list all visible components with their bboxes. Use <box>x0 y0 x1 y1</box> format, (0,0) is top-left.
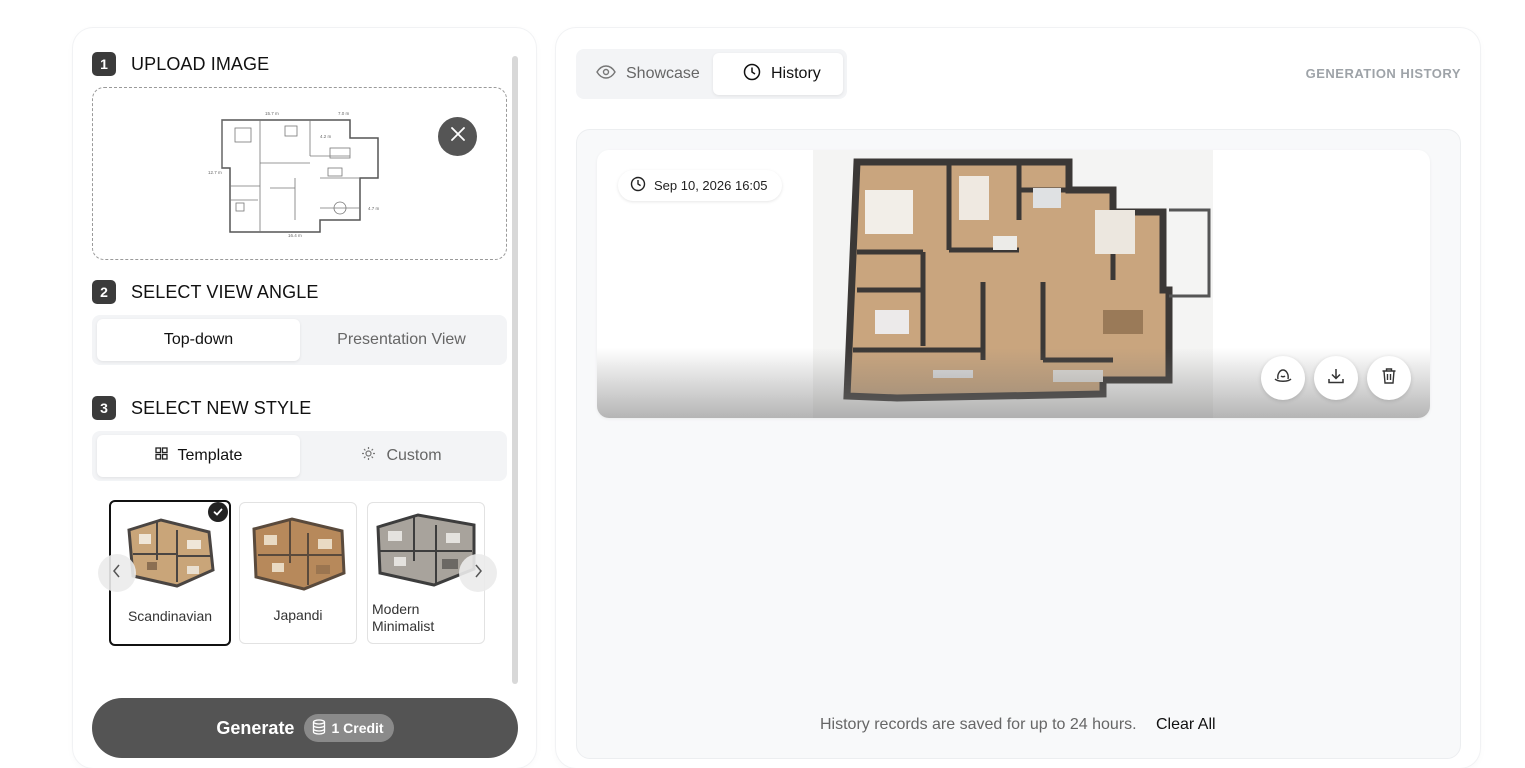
step-style-header: 3 SELECT NEW STYLE <box>92 396 311 420</box>
watermark-button[interactable] <box>1261 356 1305 400</box>
eye-icon <box>596 64 626 84</box>
svg-text:12.7 m: 12.7 m <box>208 170 222 175</box>
tab-showcase-label: Showcase <box>626 65 700 82</box>
card-overlay-gradient <box>597 348 1430 418</box>
timestamp-text: Sep 10, 2026 16:05 <box>654 178 768 193</box>
view-tabs: Showcase History <box>576 49 847 99</box>
database-icon <box>312 718 331 738</box>
svg-text:7.0 m: 7.0 m <box>338 111 350 116</box>
svg-text:4.2 m: 4.2 m <box>320 134 332 139</box>
grid-icon <box>154 447 178 465</box>
style-mode-selector: Template Custom <box>92 431 507 481</box>
close-icon <box>450 126 466 147</box>
svg-text:4.7 m: 4.7 m <box>368 206 380 211</box>
chevron-right-icon <box>473 564 483 583</box>
history-retention-note: History records are saved for up to 24 h… <box>820 716 1137 733</box>
trash-icon <box>1381 367 1397 390</box>
clock-icon <box>743 63 771 86</box>
credit-label: 1 Credit <box>331 720 384 736</box>
carousel-prev-button[interactable] <box>98 554 136 592</box>
clock-icon <box>630 176 654 195</box>
tab-history[interactable]: History <box>713 53 843 95</box>
step-view-angle-header: 2 SELECT VIEW ANGLE <box>92 280 318 304</box>
tab-showcase[interactable]: Showcase <box>596 53 700 95</box>
template-label: Scandinavian <box>127 608 213 624</box>
delete-button[interactable] <box>1367 356 1411 400</box>
step-title: UPLOAD IMAGE <box>131 53 270 74</box>
chevron-left-icon <box>112 564 122 583</box>
tab-history-label: History <box>771 65 821 82</box>
view-angle-top-down[interactable]: Top-down <box>97 319 300 361</box>
style-mode-template-label: Template <box>177 447 243 464</box>
hat-icon <box>1274 368 1292 389</box>
step-number: 3 <box>92 396 116 420</box>
panel-title: GENERATION HISTORY <box>1305 66 1461 81</box>
left-panel-scrollbar[interactable] <box>512 56 518 684</box>
download-icon <box>1327 367 1345 390</box>
template-label: Japandi <box>273 607 323 623</box>
template-card-japandi[interactable]: Japandi <box>239 502 357 644</box>
step-title: SELECT VIEW ANGLE <box>131 281 319 302</box>
style-mode-template[interactable]: Template <box>97 435 300 477</box>
style-mode-custom-label: Custom <box>386 447 442 464</box>
step-number: 1 <box>92 52 116 76</box>
svg-text:16.4 m: 16.4 m <box>288 233 302 238</box>
generate-button[interactable]: Generate 1 Credit <box>92 698 518 758</box>
svg-text:15.7 m: 15.7 m <box>265 111 279 116</box>
view-angle-presentation[interactable]: Presentation View <box>300 319 503 361</box>
view-angle-selector: Top-down Presentation View <box>92 315 507 365</box>
template-label: Modern Minimalist <box>372 601 435 634</box>
sun-sparkle-icon <box>361 446 386 466</box>
step-number: 2 <box>92 280 116 304</box>
generate-label: Generate <box>216 717 295 738</box>
template-preview-image <box>246 511 350 595</box>
credit-badge: 1 Credit <box>304 714 394 742</box>
download-button[interactable] <box>1314 356 1358 400</box>
clear-all-link[interactable]: Clear All <box>1156 716 1216 734</box>
remove-image-button[interactable] <box>438 117 477 156</box>
carousel-next-button[interactable] <box>459 554 497 592</box>
style-mode-custom[interactable]: Custom <box>300 435 503 477</box>
step-upload-header: 1 UPLOAD IMAGE <box>92 52 269 76</box>
uploaded-floorplan-image: 15.7 m 7.0 m 4.2 m 12.7 m 16.4 m 4.7 m <box>200 108 398 240</box>
history-timestamp: Sep 10, 2026 16:05 <box>618 170 782 201</box>
selected-check-icon <box>208 502 228 522</box>
step-title: SELECT NEW STYLE <box>131 397 312 418</box>
